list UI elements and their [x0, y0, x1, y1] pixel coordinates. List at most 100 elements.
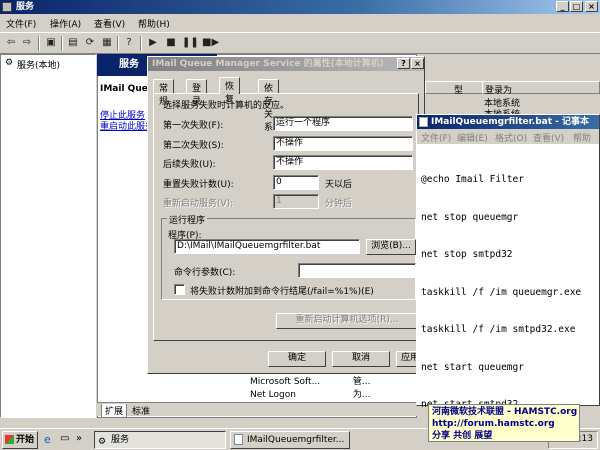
start-service-icon[interactable]: ▶ [146, 36, 160, 50]
pause-service-icon[interactable]: ❚❚ [182, 36, 199, 50]
restart-service-label: 重新启动服务(V): [163, 199, 234, 209]
dialog-close-button[interactable]: × [411, 58, 424, 69]
tab-recovery[interactable]: 恢复 [219, 77, 241, 105]
maximize-button[interactable]: □ [570, 1, 583, 12]
properties-dialog: IMail Queue Manager Service 的属性(本地计算机) ?… [147, 56, 425, 374]
notepad-menu-format[interactable]: 格式(O) [495, 131, 527, 144]
services-app-icon [2, 2, 12, 12]
service-row-status: 管... [352, 377, 371, 387]
tab-logon[interactable]: 登录 [186, 79, 208, 107]
task-services[interactable]: ⚙ 服务 [94, 431, 226, 449]
console-tree-icon[interactable]: ▣ [44, 36, 58, 50]
recovery-tab-panel: 选择服务失败时计算机的反应。 第一次失败(F): 运行一个程序 第二次失败(S)… [153, 93, 419, 341]
second-failure-select[interactable]: 不操作 [273, 136, 413, 151]
notepad-title: IMailQueuemgrfilter.bat - 记事本 [431, 117, 590, 127]
menu-help[interactable]: 帮助(H) [138, 17, 170, 30]
params-input[interactable] [298, 263, 416, 278]
quicklaunch-more-icon[interactable]: » [76, 433, 82, 444]
reset-count-input[interactable]: 0 [273, 175, 319, 190]
ok-button[interactable]: 确定 [268, 351, 326, 367]
run-program-group-label: 运行程序 [167, 213, 208, 226]
toolbar-separator [117, 36, 119, 51]
restart-service-unit: 分钟后 [325, 199, 353, 209]
watermark-line: 分享 共创 展望 [432, 431, 493, 441]
dialog-help-button[interactable]: ? [397, 58, 410, 69]
properties-icon[interactable]: ▤ [66, 36, 80, 50]
services-header-label: 服务 [119, 59, 139, 70]
services-node-icon: ⚙ [5, 58, 14, 68]
notepad-text-area[interactable]: @echo Imail Filter net stop queuemgr net… [421, 149, 581, 437]
script-line: taskkill /f /im queuemgr.exe [421, 286, 582, 298]
tab-standard[interactable]: 标准 [129, 404, 153, 417]
console-tree: ⚙ 服务(本地) [0, 54, 96, 418]
service-row-status: 为... [352, 390, 371, 400]
tab-dependencies[interactable]: 依存关系 [258, 79, 280, 133]
stop-service-icon[interactable]: ■ [164, 36, 178, 50]
refresh-icon[interactable]: ⟳ [83, 36, 97, 50]
list-item[interactable]: Microsoft Soft... 管... [250, 374, 370, 387]
tab-general[interactable]: 常规 [153, 79, 175, 107]
script-line: net stop smtpd32 [421, 249, 513, 260]
notepad-window: IMailQueuemgrfilter.bat - 记事本 文件(F) 编辑(E… [416, 114, 600, 410]
restart-service-input[interactable]: 1 [273, 194, 319, 209]
watermark-line: http://forum.hamstc.org [432, 419, 555, 429]
forward-icon[interactable]: ⇨ [20, 36, 34, 50]
script-line: @echo Imail Filter [421, 174, 524, 185]
watermark-line: 河南微软技术联盟 - HAMSTC.org [432, 407, 578, 417]
restart-computer-options-button[interactable]: 重新启动计算机选项(R)... [276, 313, 418, 329]
task-services-label: 服务 [111, 435, 130, 445]
dialog-title: IMail Queue Manager Service 的属性(本地计算机) [152, 59, 384, 69]
start-label: 开始 [16, 435, 35, 445]
first-failure-select[interactable]: 运行一个程序 [273, 116, 413, 131]
program-path-value: D:\IMail\IMailQueuemgrfilter.bat [177, 241, 321, 251]
notepad-menu-edit[interactable]: 编辑(E) [457, 131, 488, 144]
reset-count-unit: 天以后 [325, 180, 353, 190]
notepad-menu-view[interactable]: 查看(V) [533, 131, 564, 144]
notepad-menu-file[interactable]: 文件(F) [421, 131, 451, 144]
toolbar-separator [140, 36, 142, 51]
dialog-title-bar: IMail Queue Manager Service 的属性(本地计算机) ?… [148, 57, 424, 71]
menu-bar: 文件(F) 操作(A) 查看(V) 帮助(H) [0, 14, 600, 32]
reset-count-label: 重置失败计数(U): [163, 180, 234, 190]
start-button[interactable]: 开始 [2, 431, 38, 449]
window-title-bar: 服务 _ □ × [0, 0, 600, 14]
subsequent-failure-select[interactable]: 不操作 [273, 155, 413, 170]
restart-service-icon[interactable]: ■▶ [202, 36, 219, 50]
export-list-icon[interactable]: ▦ [100, 36, 114, 50]
close-button[interactable]: × [585, 1, 598, 12]
desktop-quicklaunch-icon[interactable]: ▭ [60, 433, 69, 444]
window-title: 服务 [16, 2, 35, 12]
help-icon[interactable]: ? [122, 36, 136, 50]
first-failure-label: 第一次失败(F): [163, 121, 224, 131]
service-row-name: Microsoft Soft... [250, 377, 321, 387]
second-failure-label: 第二次失败(S): [163, 141, 224, 151]
windows-logo-icon [5, 435, 14, 444]
view-tabs: 扩展 标准 [97, 402, 417, 418]
menu-view[interactable]: 查看(V) [94, 17, 125, 30]
forum-watermark: 河南微软技术联盟 - HAMSTC.org http://forum.hamst… [428, 404, 580, 442]
subsequent-failure-label: 后续失败(U): [163, 160, 216, 170]
ie-quicklaunch-icon[interactable]: e [44, 433, 51, 446]
toolbar-separator [61, 36, 63, 51]
append-fail-count-checkbox[interactable] [174, 284, 185, 295]
toolbar: ⇦ ⇨ ▣ ▤ ⟳ ▦ ? ▶ ■ ❚❚ ■▶ [0, 32, 600, 54]
task-notepad[interactable]: IMailQueuemgrfilter... [230, 431, 350, 449]
subsequent-failure-value: 不操作 [276, 157, 304, 167]
back-icon[interactable]: ⇦ [4, 36, 18, 50]
restart-service-link[interactable]: 重启动此服务 [100, 119, 154, 132]
tab-extended[interactable]: 扩展 [101, 404, 128, 418]
tree-root-label[interactable]: 服务(本地) [17, 58, 60, 71]
services-task-icon: ⚙ [98, 437, 107, 447]
browse-button[interactable]: 浏览(B)... [366, 239, 416, 255]
notepad-task-icon [234, 434, 243, 445]
notepad-menu-bar: 文件(F) 编辑(E) 格式(O) 查看(V) 帮助 [417, 129, 599, 144]
column-header-logon[interactable]: 登录为 [482, 81, 600, 96]
notepad-menu-help[interactable]: 帮助 [573, 131, 591, 144]
program-path-input[interactable]: D:\IMail\IMailQueuemgrfilter.bat [174, 239, 360, 254]
menu-file[interactable]: 文件(F) [6, 17, 36, 30]
minimize-button[interactable]: _ [556, 1, 569, 12]
cancel-button[interactable]: 取消 [332, 351, 390, 367]
list-item[interactable]: Net Logon 为... [250, 387, 370, 400]
menu-action[interactable]: 操作(A) [50, 17, 81, 30]
service-row-name: Net Logon [250, 390, 296, 400]
